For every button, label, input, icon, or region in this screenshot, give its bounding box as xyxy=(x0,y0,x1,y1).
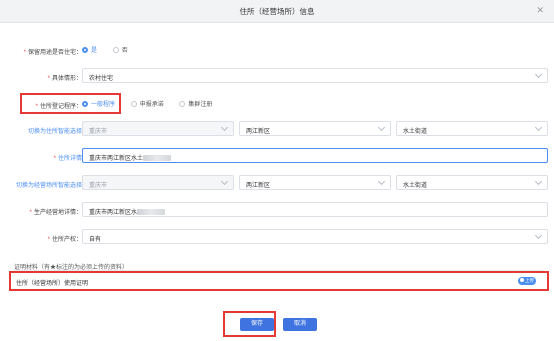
upload-icon xyxy=(520,278,524,282)
biz-street-select[interactable]: 水土街道 xyxy=(396,175,548,190)
upload-button[interactable]: 上传 xyxy=(518,277,536,285)
dialog-title: 住所（经营场所）信息 xyxy=(239,7,315,16)
radio-dot-icon xyxy=(112,47,119,53)
radio-dot-icon xyxy=(130,101,137,107)
reserve-label: * 保留用途是否住宅： xyxy=(23,50,82,56)
close-icon[interactable]: ✕ xyxy=(536,5,544,16)
radio-dot-icon xyxy=(82,101,88,107)
chevron-down-icon xyxy=(534,70,543,79)
reserve-radio-yes[interactable]: 是 xyxy=(82,45,97,54)
biz-detail-row: * 生产经营地详情： 重庆市两江新区水 xyxy=(0,202,554,220)
cancel-button[interactable]: 取消 xyxy=(283,318,317,331)
detail-value: 重庆市两江新区水土 xyxy=(89,156,144,162)
smart-addr-row: 切换为住所智能选择 重庆市 两江新区 水土街道 xyxy=(0,121,554,139)
smart-addr-label[interactable]: 切换为住所智能选择 xyxy=(28,126,82,135)
biz-smart-row: 切换为经营场所智能选择 重庆市 两江新区 水土街道 xyxy=(0,175,554,193)
redacted-mask xyxy=(143,155,172,161)
situation-label: * 具体情形： xyxy=(47,76,82,82)
biz-smart-label[interactable]: 切换为经营场所智能选择 xyxy=(16,180,82,189)
biz-detail-input[interactable]: 重庆市两江新区水 xyxy=(82,202,548,217)
dialog-titlebar: 住所（经营场所）信息 ✕ xyxy=(0,0,554,23)
property-row: * 住所产权： 自有 xyxy=(0,229,554,247)
detail-input[interactable]: 重庆市两江新区水土 xyxy=(82,148,548,163)
property-label: * 住所产权： xyxy=(47,237,82,243)
property-value: 自有 xyxy=(89,237,102,243)
chevron-down-icon xyxy=(377,123,386,132)
detail-row: * 住所详情 重庆市两江新区水土 xyxy=(0,148,554,166)
certificate-label: 住所（经营场所）使用证明 xyxy=(16,281,89,287)
reg-label: * 住所登记程序： xyxy=(35,104,82,110)
chevron-down-icon xyxy=(220,123,229,132)
divider xyxy=(14,270,544,271)
smart-addr-city-select[interactable]: 重庆市 xyxy=(82,121,234,136)
save-button[interactable]: 保存 xyxy=(240,318,274,331)
reg-radio-cluster[interactable]: 集群注册 xyxy=(179,99,212,108)
biz-city-select[interactable]: 重庆市 xyxy=(82,175,234,190)
biz-detail-value: 重庆市两江新区水 xyxy=(89,210,138,216)
detail-label: * 住所详情 xyxy=(53,156,82,162)
biz-district-select[interactable]: 两江新区 xyxy=(239,175,391,190)
redacted-mask xyxy=(137,209,166,215)
reserve-row: * 保留用途是否住宅： 是 否 xyxy=(0,42,554,60)
reserve-radio-group: 是 否 xyxy=(82,45,142,54)
reg-radio-general[interactable]: 一般程序 xyxy=(82,99,115,108)
reg-row: * 住所登记程序： 一般程序 申报承诺 集群注册 xyxy=(0,96,554,114)
situation-select[interactable]: 农村住宅 xyxy=(82,68,548,83)
chevron-down-icon xyxy=(377,177,386,186)
situation-row: * 具体情形： 农村住宅 xyxy=(0,68,554,86)
reg-radio-declare[interactable]: 申报承诺 xyxy=(130,99,164,108)
situation-value: 农村住宅 xyxy=(89,76,114,82)
radio-dot-icon xyxy=(82,47,88,53)
smart-addr-street-select[interactable]: 水土街道 xyxy=(396,121,548,136)
reg-radio-group: 一般程序 申报承诺 集群注册 xyxy=(82,99,226,108)
property-select[interactable]: 自有 xyxy=(82,229,548,244)
smart-addr-district-select[interactable]: 两江新区 xyxy=(239,121,391,136)
certificate-item: 住所（经营场所）使用证明 上传 xyxy=(12,273,546,289)
radio-dot-icon xyxy=(179,101,186,107)
chevron-down-icon xyxy=(534,123,543,132)
chevron-down-icon xyxy=(534,231,543,240)
chevron-down-icon xyxy=(534,177,543,186)
biz-detail-label: * 生产经营地详情： xyxy=(29,210,82,216)
chevron-down-icon xyxy=(220,177,229,186)
reserve-radio-no[interactable]: 否 xyxy=(112,45,128,54)
